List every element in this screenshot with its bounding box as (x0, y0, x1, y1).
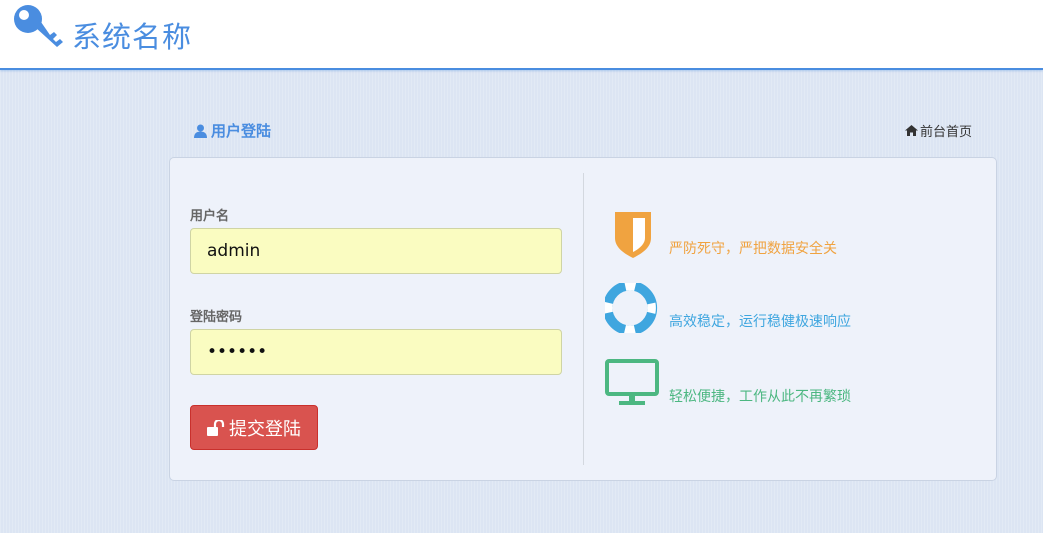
key-icon (14, 5, 63, 47)
feature-convenience: 轻松便捷，工作从此不再繁琐 (605, 358, 851, 408)
home-link[interactable]: 前台首页 (904, 121, 972, 140)
user-icon (194, 124, 207, 138)
feature-stability: 高效稳定，运行稳健极速响应 (605, 283, 851, 333)
feature-security: 严防死守，严把数据安全关 (605, 210, 837, 260)
username-label: 用户名 (190, 209, 230, 224)
home-link-label: 前台首页 (919, 125, 972, 140)
panel-divider (583, 173, 584, 465)
feature-security-text: 严防死守，严把数据安全关 (669, 241, 837, 257)
unlock-icon (207, 419, 225, 436)
password-input[interactable] (190, 329, 562, 375)
submit-login-button[interactable]: 提交登陆 (190, 405, 318, 450)
monitor-icon (605, 359, 659, 405)
submit-login-label: 提交登陆 (229, 418, 301, 440)
lifebuoy-icon (605, 283, 658, 333)
password-label: 登陆密码 (190, 310, 243, 325)
app-title: 系统名称 (72, 20, 193, 54)
feature-stability-text: 高效稳定，运行稳健极速响应 (669, 314, 851, 330)
login-heading-label: 用户登陆 (211, 122, 272, 140)
login-panel: 用户名 登陆密码 提交登陆 严防死守，严把数据安全关 高效稳定，运行稳健极速响应 (169, 157, 997, 481)
home-icon (904, 125, 918, 136)
feature-convenience-text: 轻松便捷，工作从此不再繁琐 (669, 389, 851, 405)
login-heading: 用户登陆 (194, 120, 271, 141)
shield-icon (615, 212, 651, 258)
header-bar: 系统名称 (0, 0, 1043, 70)
username-input[interactable] (190, 228, 562, 274)
